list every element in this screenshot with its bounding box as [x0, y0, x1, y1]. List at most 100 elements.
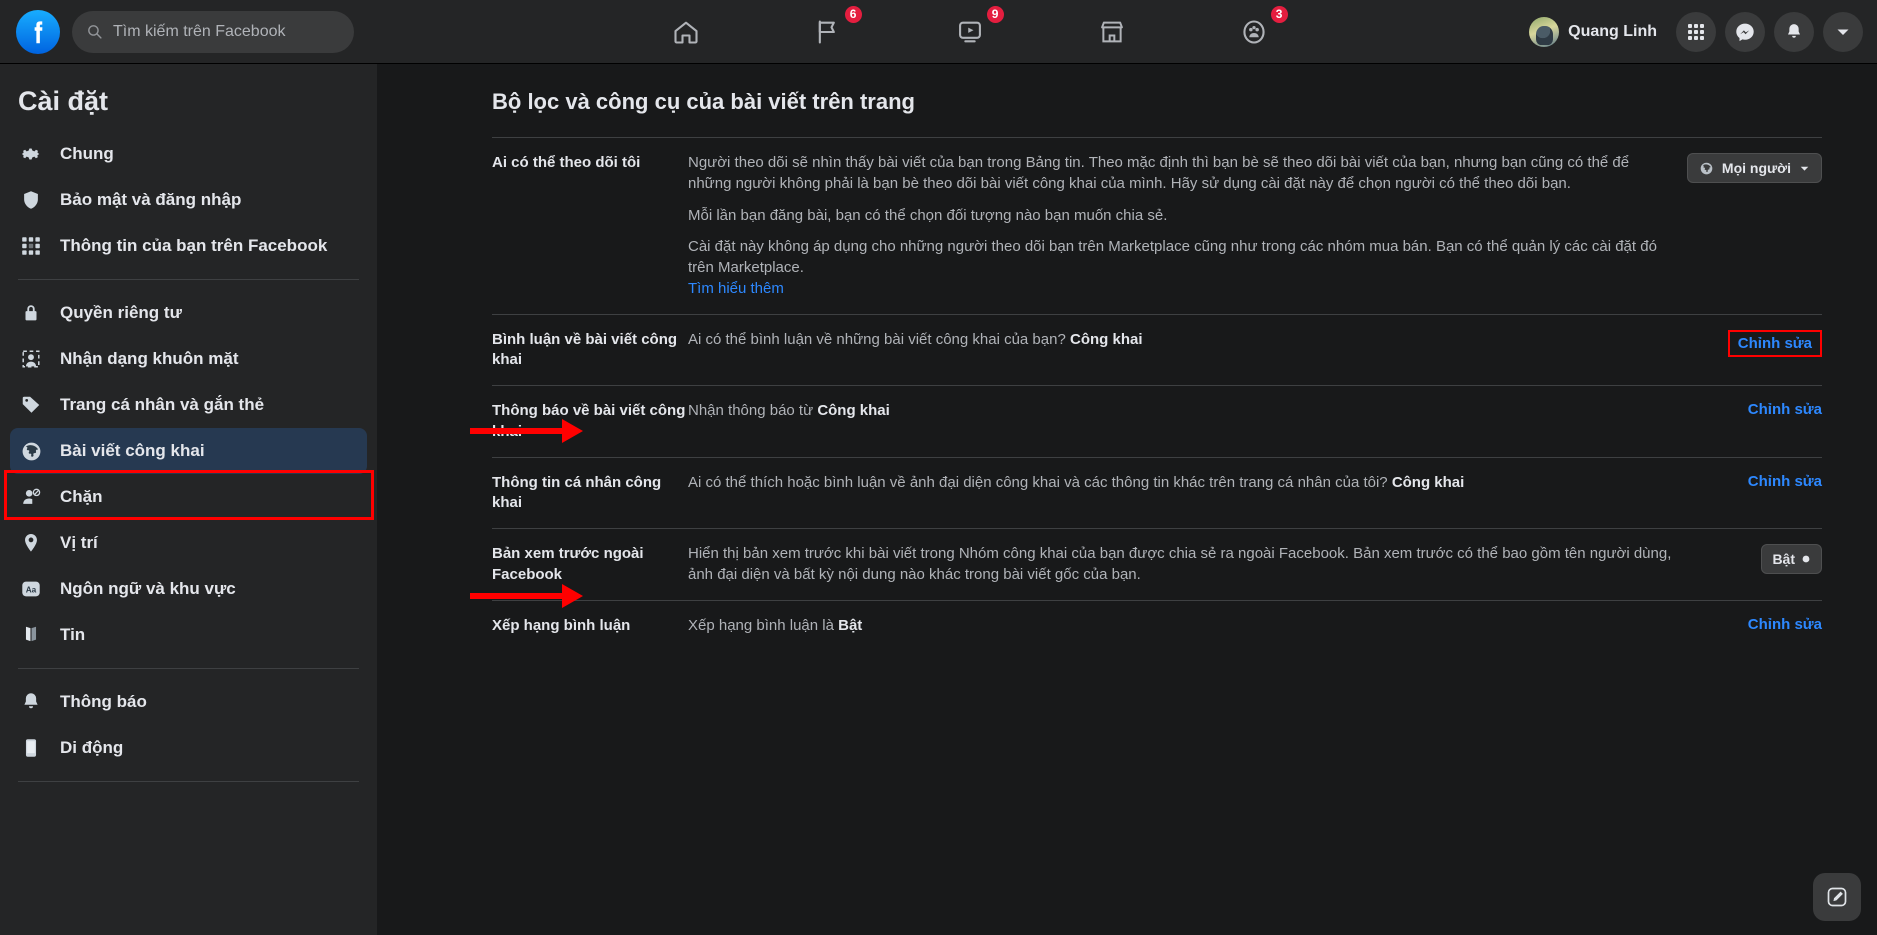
- sidebar-item-label: Bảo mật và đăng nhập: [60, 190, 242, 209]
- sidebar-item-public-posts[interactable]: Bài viết công khai: [10, 428, 367, 474]
- sidebar-item-language[interactable]: Aa Ngôn ngữ và khu vực: [10, 566, 367, 612]
- row-action: Bật: [1704, 543, 1822, 574]
- tag-icon: [18, 392, 44, 418]
- row-action: Mọi người: [1686, 152, 1822, 183]
- menu-grid-button[interactable]: [1676, 11, 1716, 52]
- notifications-button[interactable]: [1774, 11, 1814, 52]
- row-action: Chỉnh sửa: [1704, 472, 1822, 490]
- home-icon: [674, 21, 698, 44]
- row-action: Chỉnh sửa: [1704, 615, 1822, 633]
- sidebar-item-profile-tagging[interactable]: Trang cá nhân và gắn thẻ: [10, 382, 367, 428]
- search-box[interactable]: Tìm kiếm trên Facebook: [72, 10, 354, 53]
- audience-dropdown-label: Mọi người: [1721, 160, 1791, 176]
- chevron-down-icon: [1802, 555, 1810, 563]
- sidebar-item-general[interactable]: Chung: [10, 131, 367, 177]
- language-icon: Aa: [18, 576, 44, 602]
- bell-icon: [1788, 23, 1800, 38]
- nav-pages-badge: 6: [842, 3, 864, 25]
- row-description: Xếp hạng bình luận là Bật: [688, 615, 1704, 636]
- row-label: Bản xem trước ngoài Facebook: [492, 544, 644, 583]
- facebook-logo[interactable]: [16, 9, 60, 54]
- row-text: Xếp hạng bình luận là: [688, 616, 839, 634]
- primary-nav: 6 9 3: [414, 0, 1525, 63]
- sidebar-item-label: Vị trí: [60, 533, 98, 552]
- edit-link[interactable]: Chỉnh sửa: [1748, 616, 1822, 633]
- nav-pages[interactable]: 6: [802, 3, 864, 58]
- sidebar-item-label: Chung: [60, 144, 114, 163]
- row-description: Nhận thông báo từ Công khai: [688, 400, 1704, 421]
- row-action: Chỉnh sửa: [1704, 400, 1822, 418]
- search-icon: [88, 25, 102, 39]
- settings-row-off-facebook-preview: Bản xem trước ngoài Facebook Hiển thị bả…: [492, 527, 1822, 600]
- settings-row-comment-ranking: Xếp hạng bình luận Xếp hạng bình luận là…: [492, 599, 1822, 651]
- row-action: Chỉnh sửa: [1704, 329, 1822, 357]
- bell-icon: [18, 689, 44, 715]
- messenger-icon: [1736, 23, 1754, 41]
- sidebar-item-label: Tin: [60, 625, 86, 644]
- sidebar-item-label: Chặn: [60, 487, 103, 506]
- grid-icon: [18, 233, 44, 259]
- settings-row-notifications: Thông báo về bài viết công khai Nhận thô…: [492, 385, 1822, 456]
- page-title: Bộ lọc và công cụ của bài viết trên tran…: [492, 89, 915, 114]
- sidebar-item-label: Quyền riêng tư: [60, 303, 182, 322]
- block-user-icon: [18, 484, 44, 510]
- grid-icon: [1688, 23, 1704, 40]
- nav-groups[interactable]: 3: [1228, 3, 1290, 58]
- row-paragraph: Mỗi lần bạn đăng bài, bạn có thể chọn đố…: [688, 206, 1168, 224]
- nav-watch[interactable]: 9: [944, 3, 1006, 58]
- settings-rows: Ai có thể theo dõi tôi Người theo dõi sẽ…: [492, 137, 1822, 650]
- sidebar-item-privacy[interactable]: Quyền riêng tư: [10, 290, 367, 336]
- sidebar-item-blocking[interactable]: Chặn: [10, 474, 367, 520]
- video-icon: [958, 21, 981, 42]
- row-description: Người theo dõi sẽ nhìn thấy bài viết của…: [688, 152, 1687, 300]
- nav-groups-badge: 3: [1268, 3, 1290, 25]
- row-label: Xếp hạng bình luận: [492, 616, 631, 634]
- sidebar-divider-1: [18, 279, 359, 280]
- learn-more-link[interactable]: Tìm hiểu thêm: [688, 280, 784, 297]
- lock-icon: [18, 300, 44, 326]
- edit-link[interactable]: Chỉnh sửa: [1727, 329, 1822, 357]
- globe-icon: [18, 438, 44, 464]
- mobile-icon: [18, 735, 44, 761]
- profile-chip[interactable]: Quang Linh: [1525, 13, 1667, 51]
- sidebar-item-label: Thông tin của bạn trên Facebook: [60, 236, 328, 255]
- nav-home[interactable]: [660, 6, 712, 58]
- messenger-button[interactable]: [1725, 11, 1765, 52]
- chevron-down-icon: [1837, 29, 1849, 35]
- row-value: Công khai: [1391, 473, 1465, 491]
- sidebar-item-mobile[interactable]: Di động: [10, 725, 367, 771]
- edit-link[interactable]: Chỉnh sửa: [1748, 401, 1822, 418]
- nav-marketplace[interactable]: [1086, 6, 1138, 58]
- row-label: Ai có thể theo dõi tôi: [492, 154, 641, 171]
- sidebar-item-label: Trang cá nhân và gắn thẻ: [60, 395, 265, 414]
- row-description: Ai có thể thích hoặc bình luận về ảnh đạ…: [688, 472, 1704, 493]
- store-icon: [1100, 21, 1123, 42]
- edit-link[interactable]: Chỉnh sửa: [1748, 473, 1822, 490]
- settings-row-comments: Bình luận về bài viết công khai Ai có th…: [492, 313, 1822, 385]
- sidebar-item-label: Di động: [60, 738, 124, 757]
- row-description: Ai có thể bình luận về những bài viết cô…: [688, 329, 1704, 350]
- book-icon: [18, 622, 44, 648]
- sidebar-item-location[interactable]: Vị trí: [10, 520, 367, 566]
- sidebar-item-your-info[interactable]: Thông tin của bạn trên Facebook: [10, 223, 367, 269]
- search-input[interactable]: Tìm kiếm trên Facebook: [113, 23, 286, 41]
- chevron-down-icon: [1800, 166, 1809, 171]
- sidebar-item-stories[interactable]: Tin: [10, 612, 367, 658]
- sidebar-item-face-recognition[interactable]: Nhận dạng khuôn mặt: [10, 336, 367, 382]
- compose-icon: [1827, 887, 1847, 907]
- globe-icon: [1700, 162, 1713, 174]
- toggle-label: Bật: [1772, 550, 1795, 567]
- svg-text:Aa: Aa: [26, 586, 37, 595]
- sidebar-item-label: Bài viết công khai: [60, 441, 205, 460]
- account-menu-button[interactable]: [1823, 11, 1863, 52]
- sidebar-divider-3: [18, 781, 359, 782]
- sidebar-item-notifications[interactable]: Thông báo: [10, 679, 367, 725]
- row-paragraph: Người theo dõi sẽ nhìn thấy bài viết của…: [688, 154, 1630, 193]
- gear-icon: [18, 141, 44, 167]
- preview-toggle-button[interactable]: Bật: [1761, 543, 1822, 574]
- top-navigation-bar: Tìm kiếm trên Facebook 6 9 3 Quang Linh: [0, 0, 1877, 64]
- sidebar-item-security[interactable]: Bảo mật và đăng nhập: [10, 177, 367, 223]
- annotation-arrow-comments: [470, 419, 583, 443]
- compose-button[interactable]: [1813, 873, 1861, 921]
- audience-dropdown-button[interactable]: Mọi người: [1686, 153, 1822, 183]
